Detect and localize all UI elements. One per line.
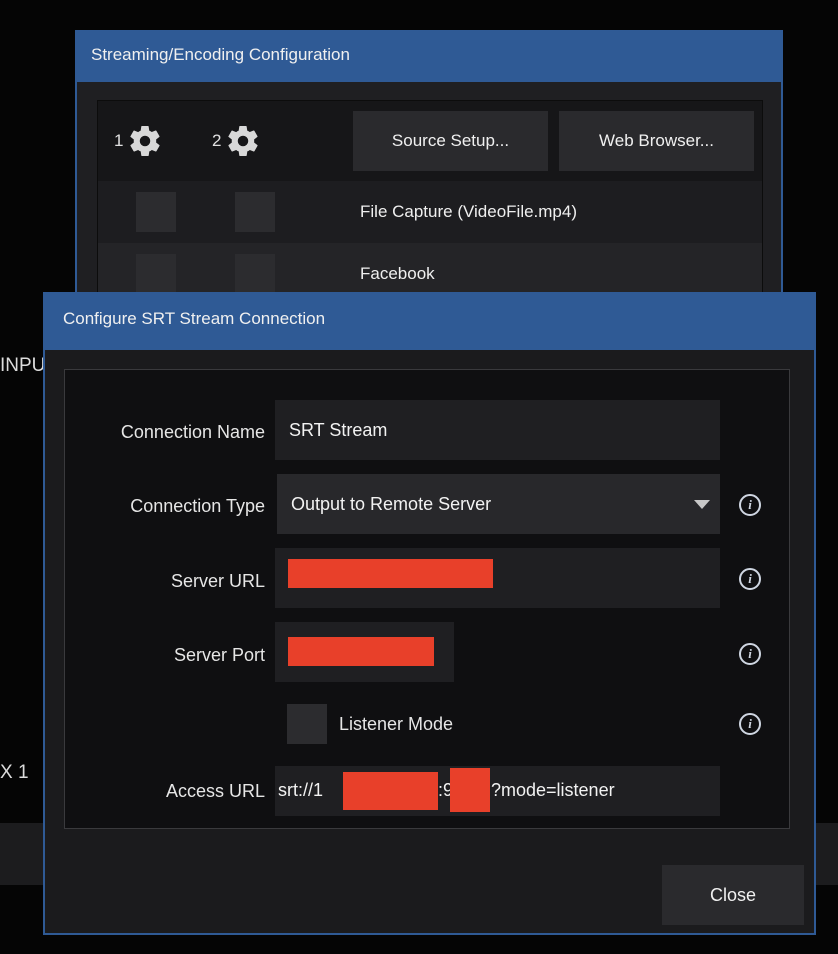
slot-1-checkbox[interactable] bbox=[136, 192, 176, 232]
listener-mode-checkbox[interactable] bbox=[287, 704, 327, 744]
info-icon[interactable]: i bbox=[739, 568, 761, 590]
redaction-bar bbox=[343, 772, 438, 810]
info-icon[interactable]: i bbox=[739, 494, 761, 516]
access-url-field[interactable]: srt://1 :9 ?mode=listener bbox=[275, 766, 720, 816]
slot-1-checkbox[interactable] bbox=[136, 254, 176, 294]
output-label: File Capture (VideoFile.mp4) bbox=[360, 202, 577, 221]
streaming-config-window: Streaming/Encoding Configuration 1 2 Sou… bbox=[75, 30, 783, 330]
server-url-label: Server URL bbox=[170, 571, 265, 591]
connection-type-select[interactable]: Output to Remote Server bbox=[277, 474, 720, 534]
output-row-file-capture[interactable]: File Capture (VideoFile.mp4) bbox=[98, 181, 762, 243]
slot-1-label: 1 bbox=[114, 131, 124, 150]
output-label: Facebook bbox=[360, 264, 435, 283]
background-mix-label: X 1 bbox=[0, 762, 29, 783]
slot-2-checkbox[interactable] bbox=[235, 254, 275, 294]
redaction-bar bbox=[288, 559, 493, 588]
access-url-suffix: ?mode=listener bbox=[491, 780, 615, 800]
streaming-window-title: Streaming/Encoding Configuration bbox=[77, 32, 781, 82]
gear-icon[interactable] bbox=[127, 123, 163, 159]
chevron-down-icon[interactable] bbox=[694, 500, 710, 509]
connection-type-label: Connection Type bbox=[130, 496, 265, 516]
slot-1-settings[interactable]: 1 bbox=[114, 123, 163, 159]
background-input-label: INPU bbox=[0, 355, 46, 376]
close-button[interactable]: Close bbox=[662, 865, 804, 925]
info-icon[interactable]: i bbox=[739, 643, 761, 665]
web-browser-button[interactable]: Web Browser... bbox=[559, 111, 754, 171]
server-port-label: Server Port bbox=[173, 645, 265, 665]
srt-form-panel: Connection Name SRT Stream Connection Ty… bbox=[64, 369, 790, 829]
slot-2-label: 2 bbox=[212, 131, 222, 150]
connection-name-label: Connection Name bbox=[120, 422, 265, 442]
srt-window-title: Configure SRT Stream Connection bbox=[45, 294, 814, 350]
source-setup-button[interactable]: Source Setup... bbox=[353, 111, 548, 171]
gear-icon[interactable] bbox=[225, 123, 261, 159]
srt-config-window: Configure SRT Stream Connection Connecti… bbox=[43, 292, 816, 935]
outputs-toolbar: 1 2 Source Setup... Web Browser... bbox=[98, 101, 762, 181]
access-url-label: Access URL bbox=[165, 781, 265, 801]
redaction-bar bbox=[450, 768, 490, 812]
info-icon[interactable]: i bbox=[739, 713, 761, 735]
connection-type-value: Output to Remote Server bbox=[291, 493, 492, 514]
access-url-prefix: srt://1 bbox=[278, 780, 324, 800]
listener-mode-label: Listener Mode bbox=[339, 714, 454, 734]
connection-name-field[interactable]: SRT Stream bbox=[275, 400, 720, 460]
slot-2-settings[interactable]: 2 bbox=[212, 123, 261, 159]
redaction-bar bbox=[288, 637, 434, 666]
slot-2-checkbox[interactable] bbox=[235, 192, 275, 232]
connection-name-value: SRT Stream bbox=[289, 419, 388, 440]
